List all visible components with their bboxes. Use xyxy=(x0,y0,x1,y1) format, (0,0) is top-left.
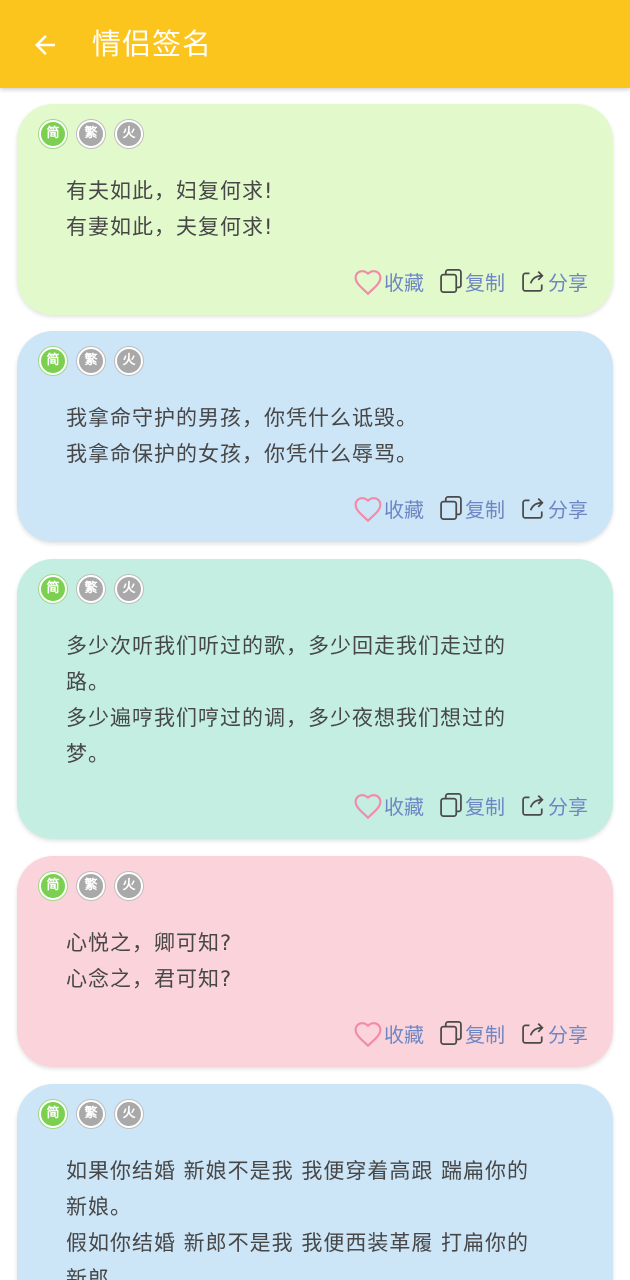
simplified-toggle[interactable]: 简 xyxy=(39,120,67,148)
copy-icon xyxy=(440,1021,462,1045)
heart-icon xyxy=(354,794,382,820)
copy-icon xyxy=(440,793,462,817)
page-title: 情侣签名 xyxy=(92,27,213,61)
card-actions: 收藏 复制 分享 xyxy=(352,1018,588,1048)
script-switcher: 简 繁 火 xyxy=(39,120,143,148)
traditional-toggle[interactable]: 繁 xyxy=(77,872,105,900)
script-switcher: 简 繁 火 xyxy=(39,1100,143,1128)
copy-icon xyxy=(440,269,462,293)
signature-card: 简 繁 火 如果你结婚 新娘不是我 我便穿着高跟 踹扁你的 新娘。 假如你结婚 … xyxy=(17,1084,613,1280)
copy-button[interactable]: 复制 xyxy=(437,494,505,523)
signature-text: 有夫如此，妇复何求! 有妻如此，夫复何求! xyxy=(66,179,274,239)
signature-text: 如果你结婚 新娘不是我 我便穿着高跟 踹扁你的 新娘。 假如你结婚 新郎不是我 … xyxy=(66,1159,530,1280)
favorite-button[interactable]: 收藏 xyxy=(352,1018,424,1048)
signature-card: 简 繁 火 多少次听我们听过的歌，多少回走我们走过的 路。 多少遍哼我们哼过的调… xyxy=(17,559,613,839)
signature-card: 简 繁 火 我拿命守护的男孩，你凭什么诋毁。 我拿命保护的女孩，你凭什么辱骂。 … xyxy=(17,331,613,542)
martian-toggle[interactable]: 火 xyxy=(115,120,143,148)
simplified-toggle[interactable]: 简 xyxy=(39,347,67,375)
simplified-toggle[interactable]: 简 xyxy=(39,872,67,900)
martian-toggle[interactable]: 火 xyxy=(115,347,143,375)
favorite-label: 收藏 xyxy=(384,1022,424,1047)
copy-label: 复制 xyxy=(465,1022,505,1047)
script-switcher: 简 繁 火 xyxy=(39,575,143,603)
favorite-label: 收藏 xyxy=(384,270,424,295)
copy-label: 复制 xyxy=(465,270,505,295)
share-icon xyxy=(522,498,544,519)
share-button[interactable]: 分享 xyxy=(518,791,588,820)
share-icon xyxy=(522,795,544,816)
traditional-toggle[interactable]: 繁 xyxy=(77,1100,105,1128)
back-button[interactable] xyxy=(22,22,68,68)
share-label: 分享 xyxy=(548,497,588,522)
traditional-toggle[interactable]: 繁 xyxy=(77,575,105,603)
martian-toggle[interactable]: 火 xyxy=(115,1100,143,1128)
heart-icon xyxy=(354,1022,382,1048)
copy-button[interactable]: 复制 xyxy=(437,267,505,296)
traditional-toggle[interactable]: 繁 xyxy=(77,120,105,148)
copy-label: 复制 xyxy=(465,794,505,819)
martian-toggle[interactable]: 火 xyxy=(115,575,143,603)
copy-icon xyxy=(440,496,462,520)
signature-card: 简 繁 火 心悦之，卿可知? 心念之，君可知? 收藏 复制 分享 xyxy=(17,856,613,1067)
signature-text: 心悦之，卿可知? 心念之，君可知? xyxy=(66,931,233,991)
share-icon xyxy=(522,1023,544,1044)
share-button[interactable]: 分享 xyxy=(518,267,588,296)
app-bar: 情侣签名 xyxy=(0,0,630,88)
copy-button[interactable]: 复制 xyxy=(437,791,505,820)
favorite-label: 收藏 xyxy=(384,794,424,819)
signature-text: 我拿命守护的男孩，你凭什么诋毁。 我拿命保护的女孩，你凭什么辱骂。 xyxy=(66,406,418,466)
share-label: 分享 xyxy=(548,794,588,819)
signature-card: 简 繁 火 有夫如此，妇复何求! 有妻如此，夫复何求! 收藏 复制 分享 xyxy=(17,104,613,315)
share-icon xyxy=(522,271,544,292)
favorite-button[interactable]: 收藏 xyxy=(352,790,424,820)
copy-label: 复制 xyxy=(465,497,505,522)
favorite-button[interactable]: 收藏 xyxy=(352,266,424,296)
script-switcher: 简 繁 火 xyxy=(39,347,143,375)
card-actions: 收藏 复制 分享 xyxy=(352,790,588,820)
signature-list[interactable]: 简 繁 火 有夫如此，妇复何求! 有妻如此，夫复何求! 收藏 复制 分享 简 繁… xyxy=(0,88,630,1280)
heart-icon xyxy=(354,270,382,296)
simplified-toggle[interactable]: 简 xyxy=(39,575,67,603)
traditional-toggle[interactable]: 繁 xyxy=(77,347,105,375)
share-label: 分享 xyxy=(548,1022,588,1047)
share-label: 分享 xyxy=(548,270,588,295)
simplified-toggle[interactable]: 简 xyxy=(39,1100,67,1128)
share-button[interactable]: 分享 xyxy=(518,1019,588,1048)
card-actions: 收藏 复制 分享 xyxy=(352,266,588,296)
signature-text: 多少次听我们听过的歌，多少回走我们走过的 路。 多少遍哼我们哼过的调，多少夜想我… xyxy=(66,634,506,766)
favorite-button[interactable]: 收藏 xyxy=(352,493,424,523)
arrow-left-icon xyxy=(35,35,55,55)
favorite-label: 收藏 xyxy=(384,497,424,522)
script-switcher: 简 繁 火 xyxy=(39,872,143,900)
heart-icon xyxy=(354,497,382,523)
copy-button[interactable]: 复制 xyxy=(437,1019,505,1048)
martian-toggle[interactable]: 火 xyxy=(115,872,143,900)
share-button[interactable]: 分享 xyxy=(518,494,588,523)
card-actions: 收藏 复制 分享 xyxy=(352,493,588,523)
